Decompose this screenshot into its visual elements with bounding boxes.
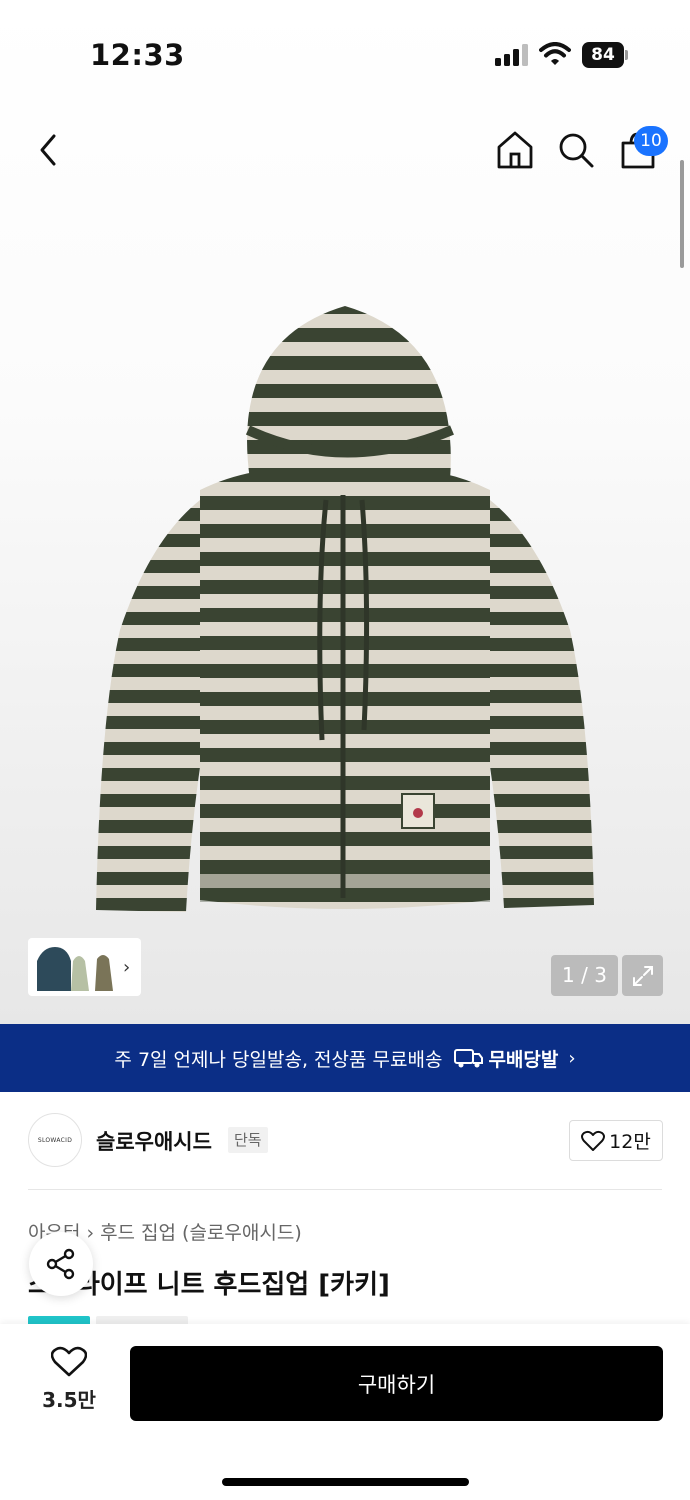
expand-image-button[interactable] bbox=[622, 955, 663, 996]
wishlist-count: 3.5만 bbox=[42, 1388, 96, 1412]
status-time: 12:33 bbox=[90, 38, 185, 72]
bottom-action-bar: 3.5만 구매하기 bbox=[0, 1324, 690, 1500]
brand-row[interactable]: SLOWACID 슬로우애시드 단독 12만 bbox=[0, 1092, 690, 1190]
brand-name[interactable]: 슬로우애시드 bbox=[96, 1126, 212, 1156]
shipping-promo-banner[interactable]: 주 7일 언제나 당일발송, 전상품 무료배송 무배당발 › bbox=[0, 1024, 690, 1092]
share-icon bbox=[46, 1248, 75, 1280]
image-page-indicator: 1 / 3 bbox=[551, 955, 618, 996]
wifi-icon bbox=[539, 42, 571, 65]
delivery-truck-icon bbox=[454, 1049, 484, 1068]
back-button[interactable] bbox=[20, 120, 76, 180]
wishlist-button[interactable]: 3.5만 bbox=[30, 1346, 108, 1416]
product-photo bbox=[96, 306, 594, 912]
home-icon bbox=[497, 131, 533, 169]
color-variant-thumbnails bbox=[37, 947, 113, 991]
search-icon bbox=[559, 133, 594, 168]
expand-icon bbox=[632, 965, 653, 986]
battery-icon: 84 bbox=[582, 42, 628, 68]
chevron-right-icon: › bbox=[568, 1047, 576, 1069]
brand-like-button[interactable]: 12만 bbox=[569, 1120, 663, 1161]
free-shipping-badge: 무배당발 bbox=[454, 1045, 558, 1072]
free-shipping-badge-text: 무배당발 bbox=[488, 1048, 559, 1071]
breadcrumb-subcategory[interactable]: 후드 집업 (슬로우애시드) bbox=[100, 1222, 302, 1244]
exclusive-tag: 단독 bbox=[228, 1127, 268, 1153]
signal-icon bbox=[495, 44, 528, 66]
chevron-right-icon: › bbox=[123, 956, 131, 978]
battery-level: 84 bbox=[582, 42, 624, 68]
home-indicator[interactable] bbox=[222, 1478, 469, 1486]
thumbnail-strip[interactable]: › bbox=[28, 938, 141, 996]
cart-count-badge: 10 bbox=[634, 126, 668, 156]
brand-logo[interactable]: SLOWACID bbox=[28, 1113, 82, 1167]
search-button[interactable] bbox=[548, 120, 604, 180]
heart-icon bbox=[50, 1346, 88, 1377]
banner-text: 주 7일 언제나 당일발송, 전상품 무료배송 bbox=[114, 1048, 443, 1071]
scrollbar[interactable] bbox=[680, 160, 684, 268]
chevron-left-icon bbox=[40, 134, 56, 166]
divider bbox=[28, 1189, 662, 1190]
brand-logo-text: SLOWACID bbox=[37, 1136, 73, 1144]
status-bar: 12:33 84 bbox=[0, 0, 690, 110]
brand-like-count: 12만 bbox=[609, 1131, 651, 1153]
heart-icon bbox=[581, 1130, 606, 1151]
top-navigation bbox=[0, 120, 690, 184]
home-button[interactable] bbox=[487, 120, 543, 180]
share-button[interactable] bbox=[29, 1232, 93, 1296]
chevron-right-icon: › bbox=[86, 1222, 95, 1244]
buy-button[interactable]: 구매하기 bbox=[130, 1346, 663, 1421]
